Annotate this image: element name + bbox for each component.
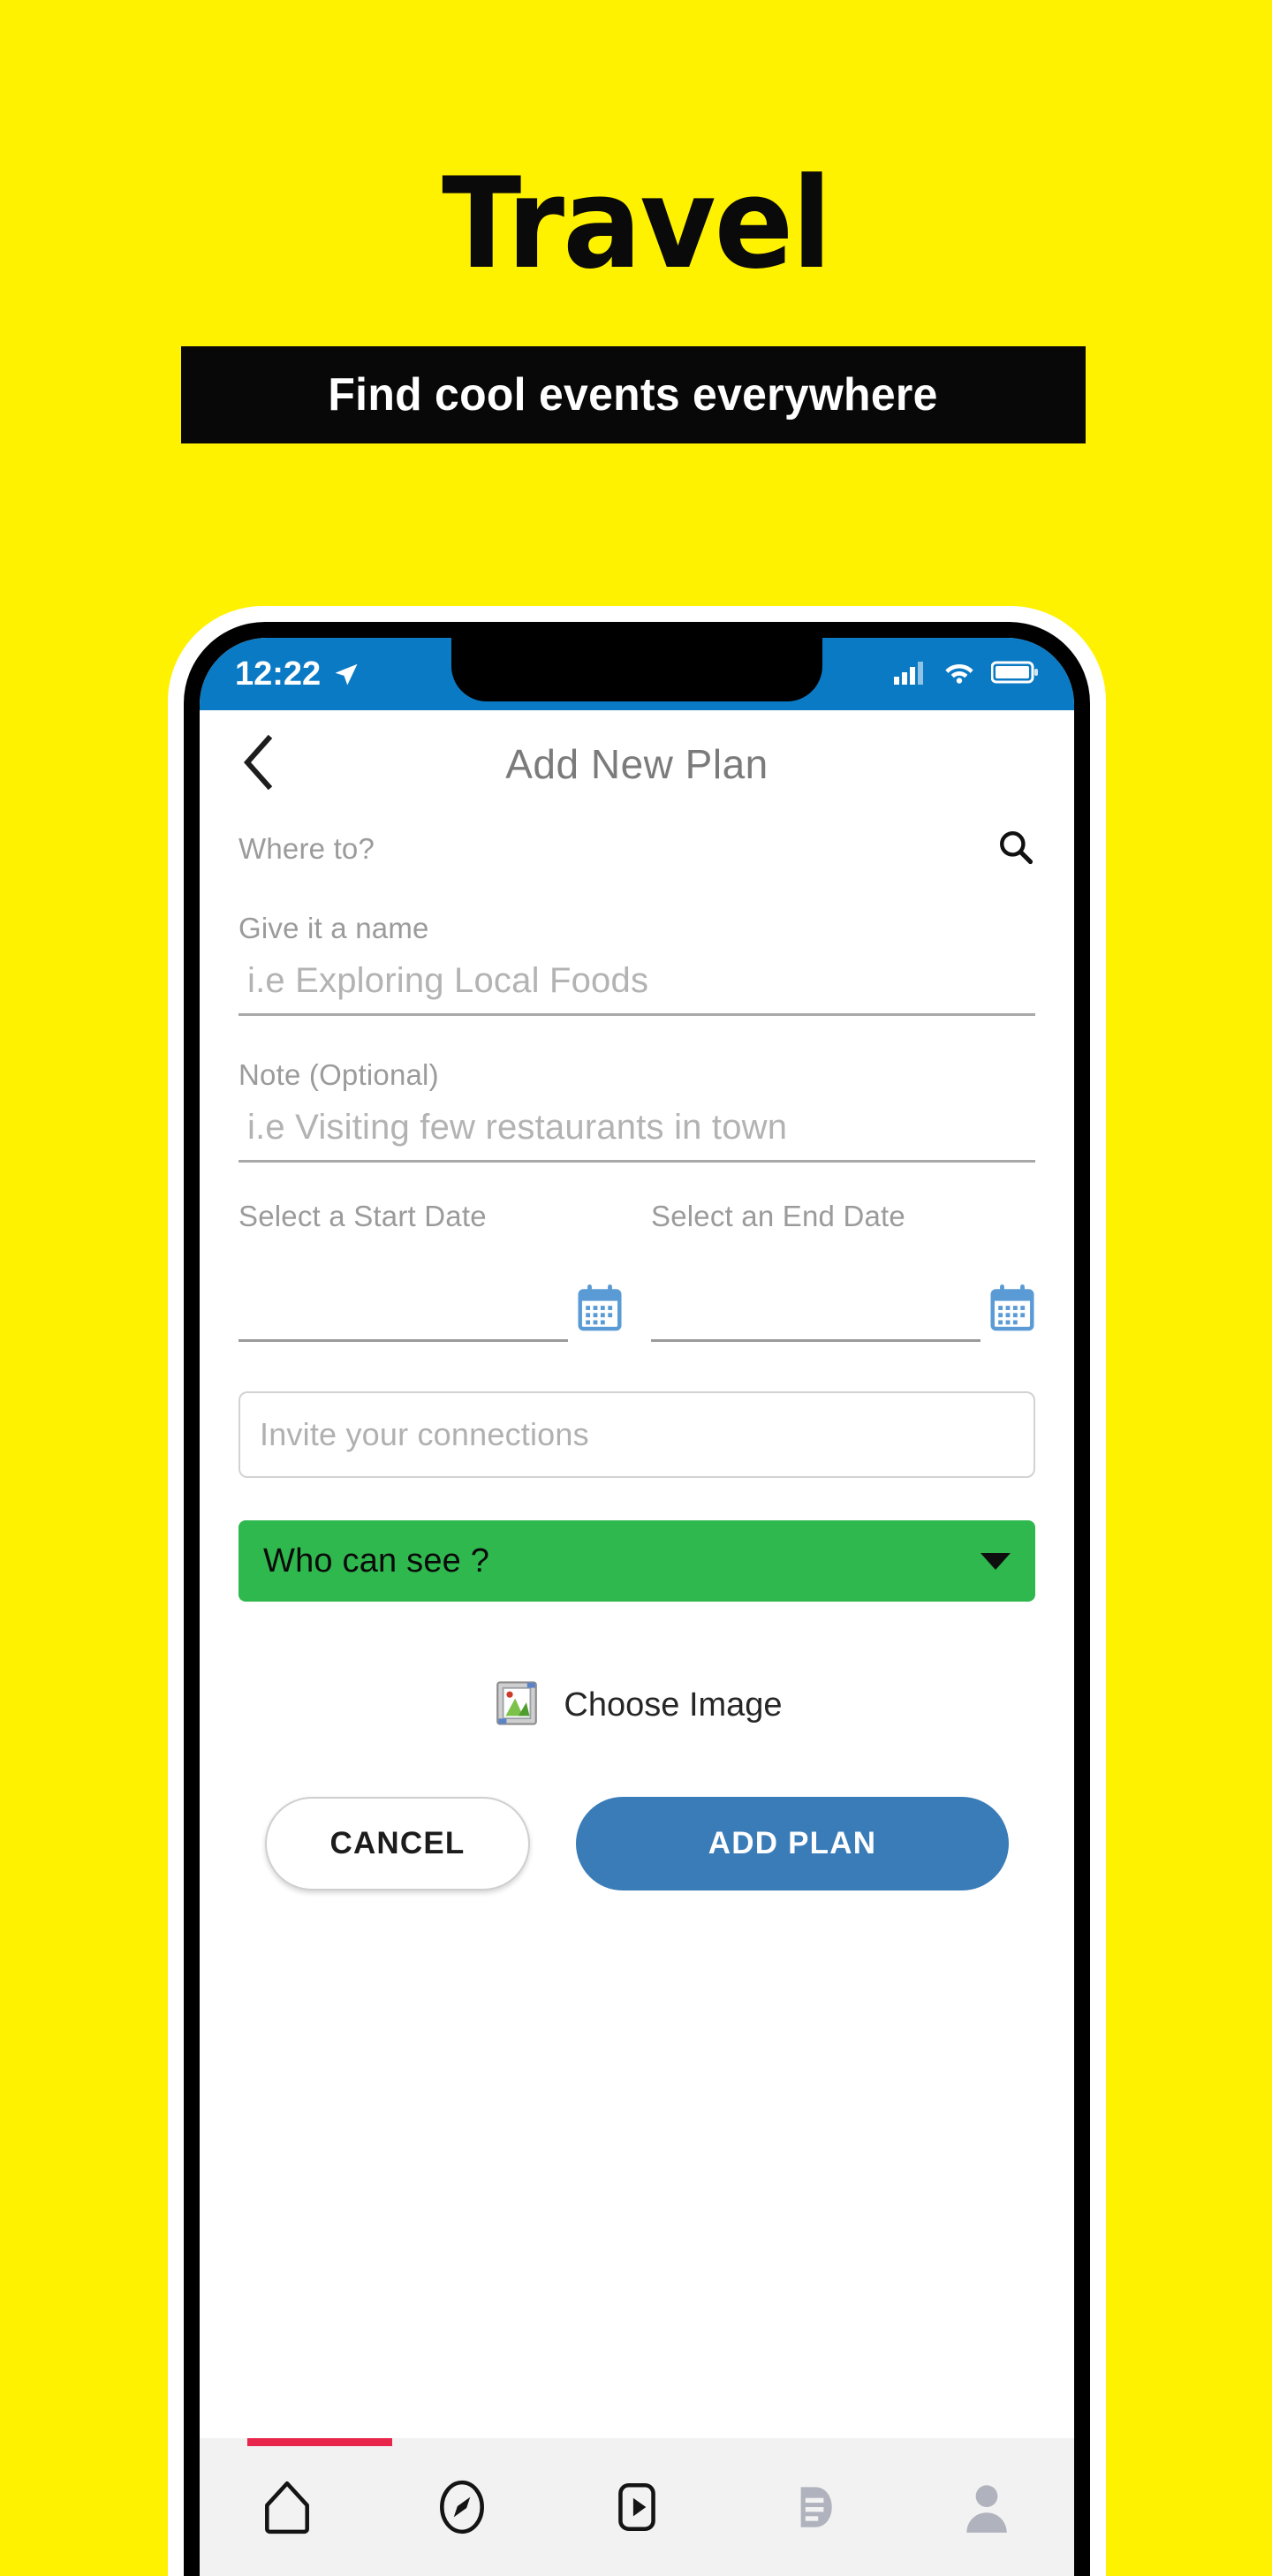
- home-icon: [258, 2478, 316, 2536]
- where-to-row[interactable]: Where to?: [231, 818, 1042, 880]
- name-input[interactable]: i.e Exploring Local Foods: [238, 961, 1035, 1016]
- nav-item-feed[interactable]: [724, 2478, 899, 2536]
- start-date-label: Select a Start Date: [238, 1200, 487, 1232]
- note-input[interactable]: i.e Visiting few restaurants in town: [238, 1108, 1035, 1163]
- chevron-down-icon: [980, 1552, 1011, 1570]
- start-date-field[interactable]: [238, 1283, 623, 1342]
- add-plan-button[interactable]: ADD PLAN: [576, 1797, 1009, 1890]
- wifi-icon: [943, 660, 975, 689]
- name-input-placeholder: i.e Exploring Local Foods: [247, 961, 649, 1000]
- note-field-group: Note (Optional) i.e Visiting few restaur…: [231, 1058, 1042, 1163]
- nav-item-home[interactable]: [200, 2478, 375, 2536]
- end-date-field[interactable]: [651, 1283, 1035, 1342]
- nav-active-indicator: [247, 2438, 392, 2446]
- end-date-input[interactable]: [651, 1289, 980, 1342]
- visibility-dropdown-label: Who can see ?: [263, 1542, 490, 1580]
- bottom-navigation: [200, 2438, 1074, 2576]
- calendar-icon[interactable]: [577, 1283, 623, 1342]
- action-buttons: CANCEL ADD PLAN: [231, 1797, 1042, 1890]
- app-content: Add New Plan Where to? Give it a name i.…: [200, 710, 1074, 2576]
- app-title: Add New Plan: [505, 741, 768, 787]
- search-icon[interactable]: [996, 828, 1035, 871]
- status-bar-left: 12:22: [235, 655, 360, 693]
- promo-banner: Find cool events everywhere: [181, 346, 1086, 443]
- choose-image-button[interactable]: Choose Image: [231, 1678, 1042, 1733]
- app-header: Add New Plan: [231, 710, 1042, 818]
- battery-full-icon: [990, 660, 1039, 689]
- video-play-icon: [608, 2478, 666, 2536]
- nav-item-profile[interactable]: [899, 2478, 1074, 2536]
- start-date-group: Select a Start Date: [238, 1200, 637, 1342]
- name-field-label: Give it a name: [238, 912, 429, 944]
- compass-icon: [433, 2478, 491, 2536]
- nav-item-video[interactable]: [549, 2478, 724, 2536]
- invite-input[interactable]: Invite your connections: [238, 1391, 1035, 1478]
- end-date-group: Select an End Date: [637, 1200, 1035, 1342]
- name-field-group: Give it a name i.e Exploring Local Foods: [231, 912, 1042, 1016]
- note-field-label: Note (Optional): [238, 1058, 439, 1091]
- cellular-signal-icon: [894, 660, 928, 689]
- start-date-input[interactable]: [238, 1289, 568, 1342]
- promo-banner-text: Find cool events everywhere: [328, 369, 939, 420]
- status-bar: 12:22: [200, 638, 1074, 710]
- note-input-placeholder: i.e Visiting few restaurants in town: [247, 1108, 788, 1147]
- feed-list-icon: [783, 2478, 841, 2536]
- phone-notch: [451, 638, 822, 701]
- date-range-row: Select a Start Date Select an End Date: [231, 1200, 1042, 1342]
- location-arrow-icon: [333, 661, 360, 687]
- picture-icon: [491, 1678, 542, 1733]
- cancel-button[interactable]: CANCEL: [265, 1797, 530, 1890]
- phone-screen: 12:22 Add New Plan Where to? Give it a n…: [200, 638, 1074, 2576]
- choose-image-label: Choose Image: [564, 1686, 783, 1724]
- promo-header: Travel Find cool events everywhere: [0, 0, 1272, 565]
- page-title: Travel: [442, 151, 831, 297]
- status-bar-right: [894, 660, 1039, 689]
- profile-person-icon: [958, 2478, 1016, 2536]
- phone-bezel: 12:22 Add New Plan Where to? Give it a n…: [184, 622, 1090, 2576]
- nav-item-explore[interactable]: [375, 2478, 549, 2536]
- status-time: 12:22: [235, 655, 322, 693]
- end-date-label: Select an End Date: [651, 1200, 905, 1232]
- where-to-label: Where to?: [238, 832, 375, 865]
- phone-mockup: 12:22 Add New Plan Where to? Give it a n…: [168, 606, 1106, 2576]
- calendar-icon[interactable]: [989, 1283, 1035, 1342]
- visibility-dropdown[interactable]: Who can see ?: [238, 1520, 1035, 1602]
- invite-input-placeholder: Invite your connections: [260, 1416, 589, 1452]
